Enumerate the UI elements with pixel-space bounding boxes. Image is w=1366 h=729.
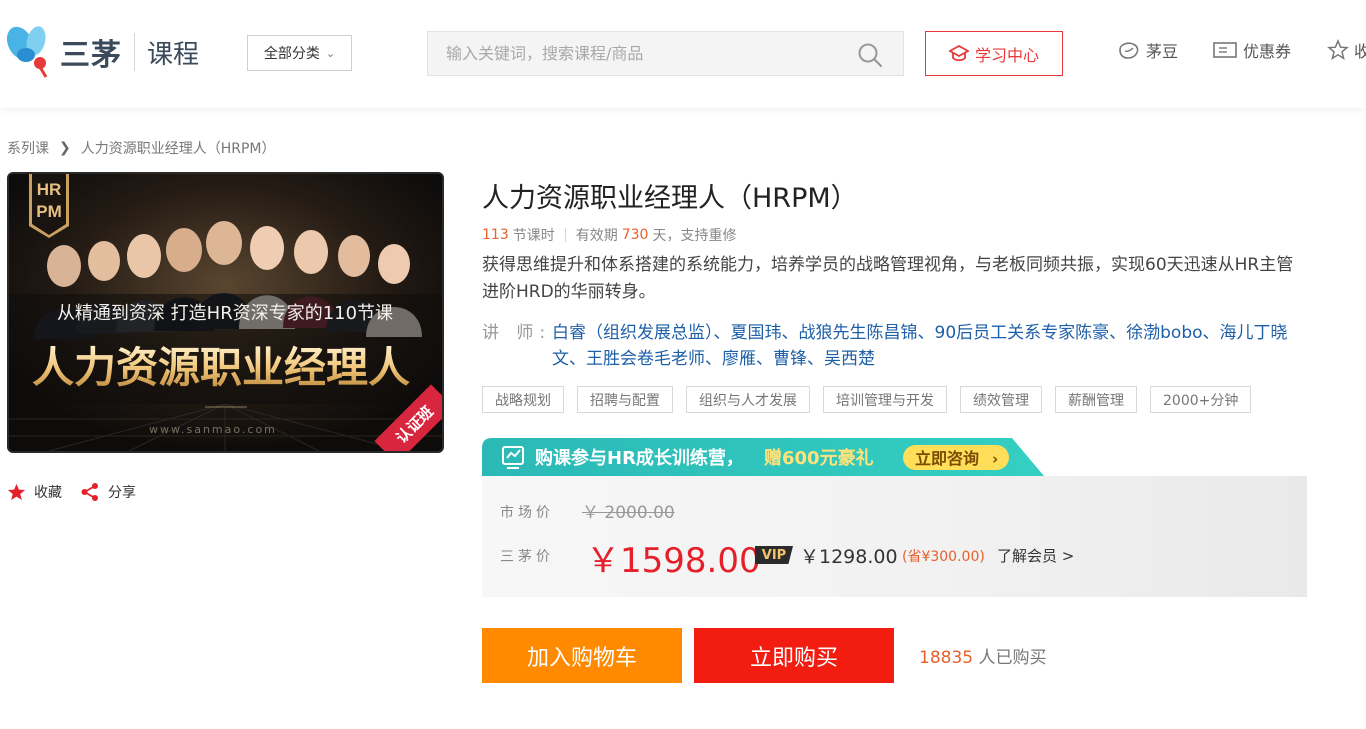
lessons-count: 113 xyxy=(482,227,509,243)
favorite-button[interactable]: 收藏 xyxy=(7,482,62,502)
cover-headline: 人力资源职业经理人 xyxy=(32,343,410,392)
star-outline-icon xyxy=(1327,39,1349,61)
graduation-cap-icon xyxy=(948,44,969,61)
cover-website: www.sanmao.com xyxy=(149,423,277,436)
vip-badge: VIP xyxy=(755,546,793,564)
cover-actions: 收藏 分享 xyxy=(7,482,154,502)
teacher-row: 讲 师: 白睿（组织发展总监）、夏国玮、战狼先生陈昌锦、90后员工关系专家陈豪、… xyxy=(482,320,1307,372)
dragonfly-logo-icon xyxy=(6,25,56,79)
promo-banner[interactable]: 购课参与HR成长训练营， 赠600元豪礼 立即咨询 › xyxy=(482,438,1044,476)
promo-text: 购课参与HR成长训练营， xyxy=(535,447,744,469)
nav-favorites[interactable]: 收 xyxy=(1327,38,1366,62)
our-price-label: 三茅价 xyxy=(500,549,554,565)
course-title: 人力资源职业经理人（HRPM） xyxy=(482,183,858,214)
tag[interactable]: 战略规划 xyxy=(482,386,564,413)
vip-savings: (省¥300.00) xyxy=(902,549,985,565)
our-price: ￥1598.00 xyxy=(586,541,761,581)
validity-prefix: 有效期 xyxy=(575,228,618,244)
tag[interactable]: 绩效管理 xyxy=(960,386,1042,413)
share-icon xyxy=(81,483,98,501)
bean-icon xyxy=(1119,42,1139,59)
price-box: 市场价 ￥ 2000.00 三茅价 ￥1598.00 VIP ￥1298.00 … xyxy=(482,476,1307,597)
category-label: 全部分类 xyxy=(263,46,320,62)
nav-favorites-label: 收 xyxy=(1354,42,1366,61)
validity-days: 730 xyxy=(621,227,649,243)
market-price-label: 市场价 xyxy=(500,505,554,521)
chevron-down-icon: ⌄ xyxy=(325,46,336,60)
nav-maodou[interactable]: 茅豆 xyxy=(1117,38,1178,62)
logo-divider xyxy=(134,33,135,71)
search-bar xyxy=(427,31,904,76)
share-label: 分享 xyxy=(108,485,136,501)
sales-number: 18835 xyxy=(919,648,974,668)
promo-consult: 立即咨询 xyxy=(915,449,979,468)
tag[interactable]: 培训管理与开发 xyxy=(823,386,947,413)
tag[interactable]: 组织与人才发展 xyxy=(686,386,810,413)
teacher-label: 讲 师: xyxy=(482,323,552,343)
meta-divider xyxy=(564,228,566,242)
add-to-cart-button[interactable]: 加入购物车 xyxy=(482,628,682,683)
chevron-right-icon: › xyxy=(992,450,998,468)
course-cover-image: HR PM 从精通到资深 打造HR资深专家的110节课 人力资源职业经理人 ww… xyxy=(7,172,444,453)
promo-gift: 赠600元豪礼 xyxy=(764,447,874,469)
share-button[interactable]: 分享 xyxy=(80,482,136,502)
learn-membership-link[interactable]: 了解会员 > xyxy=(997,545,1074,566)
coupon-icon xyxy=(1213,42,1237,58)
breadcrumb-current: 人力资源职业经理人（HRPM） xyxy=(80,141,276,157)
study-center-label: 学习中心 xyxy=(974,45,1039,65)
validity-suffix: 天，支持重修 xyxy=(652,228,737,244)
site-logo[interactable]: 三茅 课程 xyxy=(6,24,199,80)
nav-maodou-label: 茅豆 xyxy=(1146,42,1179,61)
chevron-right-icon: ❯ xyxy=(59,140,71,156)
cover-badge-hr: HR xyxy=(37,180,62,199)
star-filled-icon xyxy=(7,483,26,501)
breadcrumb: 系列课 ❯ 人力资源职业经理人（HRPM） xyxy=(7,138,276,158)
breadcrumb-root[interactable]: 系列课 xyxy=(7,138,49,158)
teacher-names[interactable]: 白睿（组织发展总监）、夏国玮、战狼先生陈昌锦、90后员工关系专家陈豪、徐渤bob… xyxy=(552,320,1307,372)
vip-price: ￥1298.00 xyxy=(800,546,898,568)
lessons-unit: 节课时 xyxy=(512,228,555,244)
top-header: 三茅 课程 全部分类 ⌄ 学习中心 茅豆 优惠券 xyxy=(0,0,1366,108)
tag[interactable]: 薪酬管理 xyxy=(1055,386,1137,413)
tag[interactable]: 招聘与配置 xyxy=(577,386,673,413)
logo-text: 三茅 xyxy=(60,38,122,73)
nav-coupons[interactable]: 优惠券 xyxy=(1212,38,1291,62)
sales-count: 18835 人已购买 xyxy=(919,643,1047,668)
category-dropdown[interactable]: 全部分类 ⌄ xyxy=(247,35,352,71)
course-meta: 113 节课时 有效期 730 天，支持重修 xyxy=(482,225,736,245)
cover-badge-pm: PM xyxy=(36,202,62,221)
search-input[interactable] xyxy=(428,44,848,63)
market-price: ￥ 2000.00 xyxy=(582,503,675,523)
course-tags: 战略规划 招聘与配置 组织与人才发展 培训管理与开发 绩效管理 薪酬管理 200… xyxy=(482,386,1264,413)
study-center-button[interactable]: 学习中心 xyxy=(925,31,1063,76)
sales-suffix: 人已购买 xyxy=(978,648,1047,668)
buy-now-button[interactable]: 立即购买 xyxy=(694,628,894,683)
course-description: 获得思维提升和体系搭建的系统能力，培养学员的战略管理视角，与老板同频共振，实现6… xyxy=(482,255,1294,302)
logo-subtitle: 课程 xyxy=(147,39,200,70)
cover-subtitle: 从精通到资深 打造HR资深专家的110节课 xyxy=(57,303,393,324)
favorite-label: 收藏 xyxy=(34,485,62,501)
nav-coupons-label: 优惠券 xyxy=(1243,42,1292,61)
tag[interactable]: 2000+分钟 xyxy=(1150,386,1252,413)
search-icon[interactable] xyxy=(857,42,883,68)
